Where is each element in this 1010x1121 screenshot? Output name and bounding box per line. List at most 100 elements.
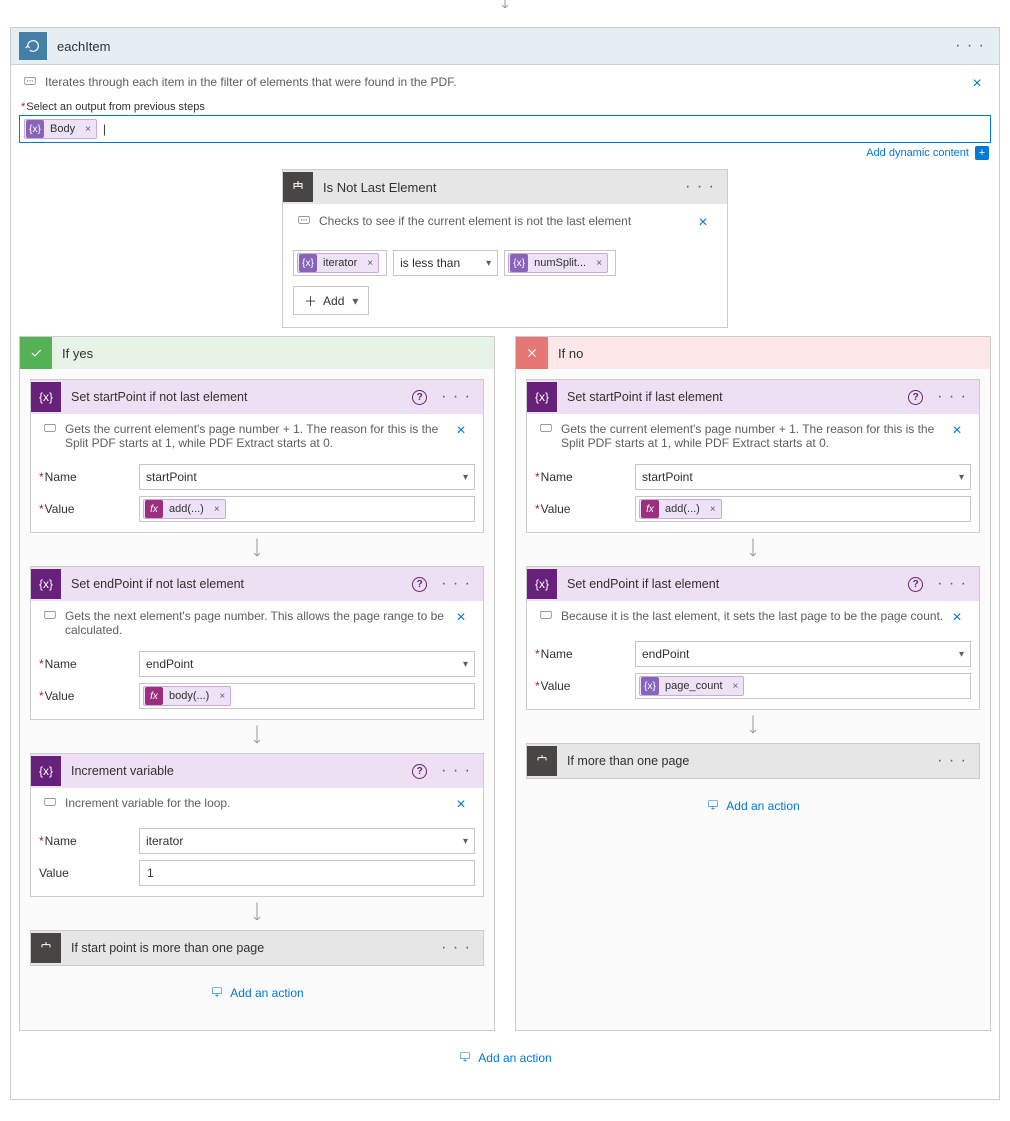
variable-pill-icon: {x} xyxy=(641,677,659,695)
add-dynamic-content-link[interactable]: Add dynamic content xyxy=(866,147,969,159)
value-input[interactable]: fxadd(...)× xyxy=(139,496,475,522)
comment-close-button[interactable]: × xyxy=(451,796,471,814)
comment-close-button[interactable]: × xyxy=(967,75,987,93)
help-icon[interactable]: ? xyxy=(908,577,923,592)
x-icon xyxy=(516,337,548,369)
variable-pill-icon: {x} xyxy=(299,254,317,272)
condition-more-button[interactable]: · · · xyxy=(679,178,721,196)
comment-close-button[interactable]: × xyxy=(451,422,471,440)
incoming-arrow-icon xyxy=(0,0,1010,17)
action-header[interactable]: {x} Set startPoint if last element ? · ·… xyxy=(527,380,979,414)
fx-pill-icon: fx xyxy=(145,687,163,705)
arrow-down-icon xyxy=(250,720,264,753)
comment-close-button[interactable]: × xyxy=(693,214,713,232)
condition-icon xyxy=(31,933,61,963)
add-action-bottom-button[interactable]: Add an action xyxy=(458,1051,551,1065)
value-input[interactable]: fxadd(...)× xyxy=(635,496,971,522)
pill-remove-button[interactable]: × xyxy=(591,258,607,269)
action-more-button[interactable]: · · · xyxy=(435,939,477,957)
if-no-branch: If no {x} Set startPoint if last element… xyxy=(515,336,991,1031)
body-pill[interactable]: {x} Body × xyxy=(24,119,97,139)
action-header[interactable]: {x} Set endPoint if not last element ? ·… xyxy=(31,567,483,601)
eachitem-loop-container: eachItem · · · Iterates through each ite… xyxy=(10,27,1000,1100)
help-icon[interactable]: ? xyxy=(412,390,427,405)
comment-close-button[interactable]: × xyxy=(947,609,967,627)
increment-variable-card: {x} Increment variable ? · · · Increment… xyxy=(30,753,484,897)
pill-remove-button[interactable]: × xyxy=(705,504,721,515)
pill-remove-button[interactable]: × xyxy=(214,691,230,702)
if-yes-label: If yes xyxy=(62,346,93,361)
name-select[interactable]: endPoint▾ xyxy=(139,651,475,677)
condition-left-input[interactable]: {x} iterator × xyxy=(293,250,387,276)
if-startpoint-more-card[interactable]: If start point is more than one page · ·… xyxy=(30,930,484,966)
eachitem-title: eachItem xyxy=(57,39,949,54)
comment-icon xyxy=(43,422,59,436)
condition-comment: Checks to see if the current element is … xyxy=(319,214,693,228)
action-more-button[interactable]: · · · xyxy=(435,762,477,780)
add-action-button[interactable]: Add an action xyxy=(706,799,799,813)
comment-icon xyxy=(539,609,555,623)
condition-icon xyxy=(527,746,557,776)
set-endpoint-yes-card: {x} Set endPoint if not last element ? ·… xyxy=(30,566,484,720)
arrow-down-icon xyxy=(250,897,264,930)
action-more-button[interactable]: · · · xyxy=(931,388,973,406)
comment-icon xyxy=(43,796,59,810)
eachitem-header[interactable]: eachItem · · · xyxy=(11,28,999,65)
arrow-down-icon xyxy=(746,533,760,566)
variable-pill-icon: {x} xyxy=(510,254,528,272)
action-more-button[interactable]: · · · xyxy=(931,575,973,593)
action-more-button[interactable]: · · · xyxy=(931,752,973,770)
condition-header[interactable]: Is Not Last Element · · · xyxy=(283,170,727,204)
if-yes-branch: If yes {x} Set startPoint if not last el… xyxy=(19,336,495,1031)
comment-icon xyxy=(23,75,39,89)
action-header[interactable]: {x} Set startPoint if not last element ?… xyxy=(31,380,483,414)
fx-pill-icon: fx xyxy=(641,500,659,518)
action-more-button[interactable]: · · · xyxy=(435,388,477,406)
set-startpoint-no-card: {x} Set startPoint if last element ? · ·… xyxy=(526,379,980,533)
pill-remove-button[interactable]: × xyxy=(209,504,225,515)
name-select[interactable]: endPoint▾ xyxy=(635,641,971,667)
action-more-button[interactable]: · · · xyxy=(435,575,477,593)
condition-title: Is Not Last Element xyxy=(323,180,679,195)
value-input[interactable]: 1 xyxy=(139,860,475,886)
comment-close-button[interactable]: × xyxy=(947,422,967,440)
condition-card: Is Not Last Element · · · Checks to see … xyxy=(282,169,728,328)
help-icon[interactable]: ? xyxy=(412,577,427,592)
text-caret: | xyxy=(103,122,106,136)
name-select[interactable]: startPoint▾ xyxy=(635,464,971,490)
variable-icon: {x} xyxy=(31,756,61,786)
fx-pill-icon: fx xyxy=(145,500,163,518)
help-icon[interactable]: ? xyxy=(412,764,427,779)
name-select[interactable]: iterator▾ xyxy=(139,828,475,854)
comment-close-button[interactable]: × xyxy=(451,609,471,627)
if-more-than-one-page-card[interactable]: If more than one page · · · xyxy=(526,743,980,779)
if-no-header: If no xyxy=(516,337,990,369)
set-startpoint-yes-card: {x} Set startPoint if not last element ?… xyxy=(30,379,484,533)
value-input[interactable]: fxbody(...)× xyxy=(139,683,475,709)
comment-icon xyxy=(539,422,555,436)
condition-add-button[interactable]: ＋Add▾ xyxy=(293,286,369,315)
condition-right-input[interactable]: {x} numSplit... × xyxy=(504,250,616,276)
variable-icon: {x} xyxy=(31,569,61,599)
set-endpoint-no-card: {x} Set endPoint if last element ? · · ·… xyxy=(526,566,980,710)
action-header[interactable]: {x} Increment variable ? · · · xyxy=(31,754,483,788)
value-input[interactable]: {x}page_count× xyxy=(635,673,971,699)
action-header[interactable]: {x} Set endPoint if last element ? · · · xyxy=(527,567,979,601)
variable-pill-icon: {x} xyxy=(26,120,44,138)
pill-remove-button[interactable]: × xyxy=(362,258,378,269)
pill-remove-button[interactable]: × xyxy=(80,124,96,135)
check-icon xyxy=(20,337,52,369)
comment-icon xyxy=(43,609,59,623)
variable-icon: {x} xyxy=(31,382,61,412)
variable-icon: {x} xyxy=(527,382,557,412)
select-output-input[interactable]: {x} Body × | xyxy=(19,115,991,143)
help-icon[interactable]: ? xyxy=(908,390,923,405)
pill-remove-button[interactable]: × xyxy=(728,681,744,692)
name-select[interactable]: startPoint▾ xyxy=(139,464,475,490)
condition-operator-select[interactable]: is less than▾ xyxy=(393,250,498,276)
comment-icon xyxy=(297,214,313,228)
add-dynamic-content-plus-icon[interactable]: + xyxy=(975,146,989,160)
add-action-button[interactable]: Add an action xyxy=(210,986,303,1000)
eachitem-more-button[interactable]: · · · xyxy=(949,37,991,55)
if-no-label: If no xyxy=(558,346,583,361)
